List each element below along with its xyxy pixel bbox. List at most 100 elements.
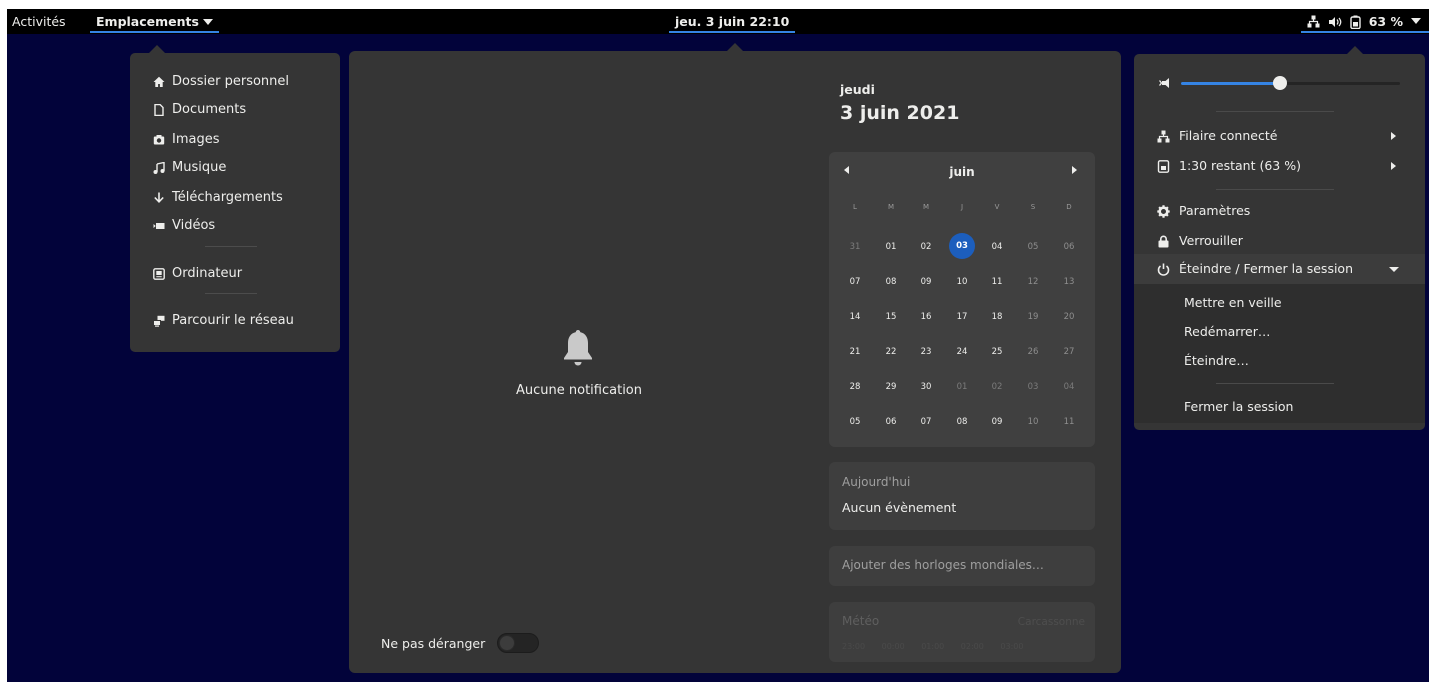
places-item-network[interactable]: Parcourir le réseau — [153, 310, 294, 332]
calendar-day[interactable]: 25 — [984, 347, 1010, 357]
calendar-weekday-header: M — [887, 203, 895, 211]
calendar-day[interactable]: 10 — [1020, 417, 1046, 427]
calendar-day[interactable]: 24 — [949, 347, 975, 357]
next-month-icon[interactable] — [1072, 166, 1077, 174]
power-item-label: Éteindre / Fermer la session — [1179, 261, 1354, 276]
network-item-label: Filaire connecté — [1179, 128, 1278, 143]
places-item-videos[interactable]: Vidéos — [153, 215, 215, 237]
logout-item[interactable]: Fermer la session — [1184, 399, 1293, 414]
calendar-day[interactable]: 16 — [913, 312, 939, 322]
world-clocks-button[interactable]: Ajouter des horloges mondiales… — [829, 546, 1095, 586]
places-item-label: Ordinateur — [172, 266, 243, 281]
battery-item[interactable]: 1:30 restant (63 %) — [1157, 155, 1301, 177]
document-icon — [154, 104, 164, 116]
calendar-day[interactable]: 06 — [1056, 242, 1082, 252]
calendar-day[interactable]: 07 — [913, 417, 939, 427]
calendar-day[interactable]: 09 — [984, 417, 1010, 427]
calendar-day[interactable]: 17 — [949, 312, 975, 322]
calendar-day[interactable]: 28 — [842, 382, 868, 392]
separator — [1216, 383, 1334, 384]
calendar-day[interactable]: 05 — [1020, 242, 1046, 252]
places-item-computer[interactable]: Ordinateur — [153, 263, 242, 285]
calendar-day[interactable]: 08 — [878, 277, 904, 287]
calendar-day[interactable]: 04 — [984, 242, 1010, 252]
calendar-day[interactable]: 06 — [878, 417, 904, 427]
calendar-day[interactable]: 01 — [878, 242, 904, 252]
separator — [1216, 189, 1334, 190]
weather-forecast-times: 23:00 00:00 01:00 02:00 03:00 — [842, 642, 1024, 651]
battery-icon — [1157, 159, 1170, 173]
calendar-day[interactable]: 29 — [878, 382, 904, 392]
calendar-day[interactable]: 12 — [1020, 277, 1046, 287]
calendar-day[interactable]: 10 — [949, 277, 975, 287]
places-item-downloads[interactable]: Téléchargements — [153, 187, 283, 209]
battery-icon — [1350, 15, 1361, 29]
places-item-label: Musique — [172, 160, 227, 175]
activities-button[interactable]: Activités — [12, 9, 66, 34]
places-item-home[interactable]: Dossier personnel — [153, 71, 289, 93]
calendar-day[interactable]: 09 — [913, 277, 939, 287]
power-icon — [1157, 263, 1170, 276]
calendar-day[interactable]: 07 — [842, 277, 868, 287]
calendar-day[interactable]: 21 — [842, 347, 868, 357]
weather-section[interactable]: Météo Carcassonne 23:00 00:00 01:00 02:0… — [829, 602, 1095, 662]
events-title: Aujourd'hui — [842, 475, 911, 489]
do-not-disturb-switch[interactable] — [497, 633, 539, 653]
places-item-label: Images — [172, 132, 220, 147]
places-item-documents[interactable]: Documents — [153, 99, 246, 121]
settings-item-label: Paramètres — [1179, 203, 1251, 218]
places-item-label: Vidéos — [172, 218, 216, 233]
calendar-day[interactable]: 05 — [842, 417, 868, 427]
calendar-pointer — [727, 43, 743, 51]
calendar-day[interactable]: 23 — [913, 347, 939, 357]
places-menu-button[interactable]: Emplacements — [90, 9, 219, 34]
calendar-day[interactable]: 08 — [949, 417, 975, 427]
calendar-day[interactable]: 14 — [842, 312, 868, 322]
places-item-label: Dossier personnel — [172, 74, 290, 89]
calendar-day[interactable]: 02 — [984, 382, 1010, 392]
calendar-day[interactable]: 26 — [1020, 347, 1046, 357]
calendar-day[interactable]: 30 — [913, 382, 939, 392]
calendar-day[interactable]: 22 — [878, 347, 904, 357]
calendar-day[interactable]: 03 — [1020, 382, 1046, 392]
calendar-weekday-header: M — [922, 203, 930, 211]
clock-label: jeu. 3 juin 22:10 — [675, 14, 790, 29]
calendar-day[interactable]: 04 — [1056, 382, 1082, 392]
calendar-day[interactable]: 15 — [878, 312, 904, 322]
clock-button[interactable]: jeu. 3 juin 22:10 — [669, 9, 796, 34]
system-menu-pointer — [1347, 46, 1363, 54]
calendar-day[interactable]: 11 — [1056, 417, 1082, 427]
calendar-day[interactable]: 20 — [1056, 312, 1082, 322]
calendar-day[interactable]: 27 — [1056, 347, 1082, 357]
volume-icon — [1328, 16, 1342, 27]
places-item-images[interactable]: Images — [153, 129, 220, 151]
volume-slider-handle[interactable] — [1272, 76, 1287, 90]
desktop: Activités Emplacements jeu. 3 juin 22:10… — [7, 9, 1429, 682]
settings-item[interactable]: Paramètres — [1157, 200, 1250, 222]
calendar-day[interactable]: 02 — [913, 242, 939, 252]
date-full[interactable]: 3 juin 2021 — [840, 102, 959, 124]
calendar-day[interactable]: 01 — [949, 382, 975, 392]
calendar-day[interactable]: 18 — [984, 312, 1010, 322]
calendar-day[interactable]: 19 — [1020, 312, 1046, 322]
places-item-music[interactable]: Musique — [153, 157, 226, 179]
volume-slider[interactable] — [1181, 76, 1400, 90]
calendar-day[interactable]: 11 — [984, 277, 1010, 287]
calendar-weekday-header: S — [1030, 203, 1036, 211]
power-off-logout-item[interactable]: Éteindre / Fermer la session — [1134, 254, 1425, 284]
restart-item[interactable]: Redémarrer… — [1184, 324, 1270, 339]
calendar-day-today[interactable]: 03 — [949, 233, 975, 259]
music-icon — [153, 162, 165, 174]
calendar-day[interactable]: 31 — [842, 242, 868, 252]
events-section[interactable]: Aujourd'hui Aucun évènement — [829, 462, 1095, 530]
home-icon — [153, 76, 165, 87]
suspend-item[interactable]: Mettre en veille — [1184, 295, 1282, 310]
system-indicators-button[interactable]: 63 % — [1300, 9, 1429, 34]
network-item[interactable]: Filaire connecté — [1157, 125, 1277, 147]
power-off-item[interactable]: Éteindre… — [1184, 353, 1249, 368]
calendar-day[interactable]: 13 — [1056, 277, 1082, 287]
switch-knob — [499, 635, 515, 651]
do-not-disturb-label: Ne pas déranger — [381, 636, 486, 651]
lock-item-label: Verrouiller — [1179, 233, 1243, 248]
lock-item[interactable]: Verrouiller — [1157, 230, 1243, 252]
